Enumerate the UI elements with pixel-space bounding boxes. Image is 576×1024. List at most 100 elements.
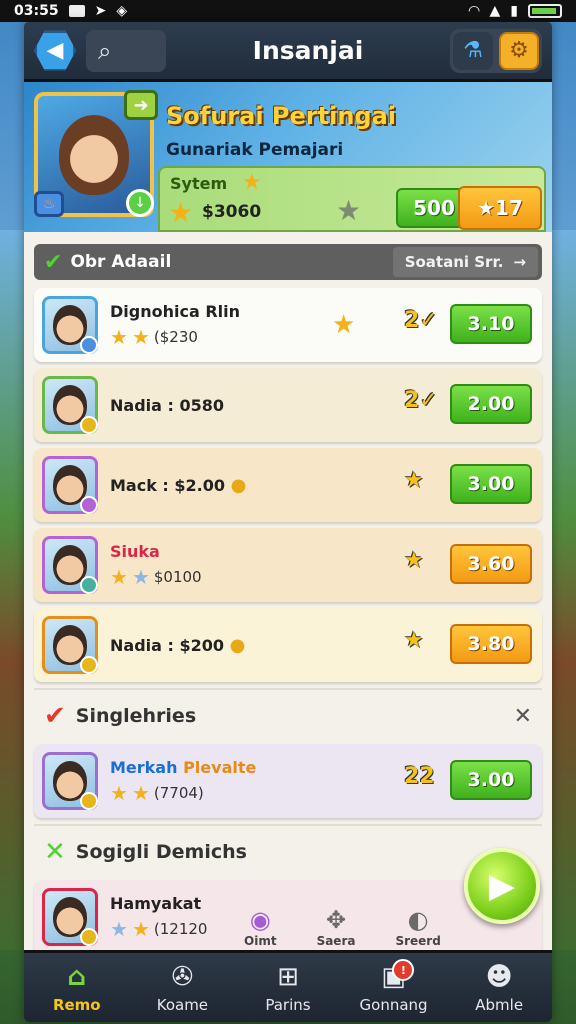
potion-icon: ⚗ xyxy=(463,38,483,63)
star-17-button[interactable]: ★ 17 xyxy=(458,186,542,230)
list-item[interactable]: Nadia : $200 ● ★ 3.80 xyxy=(34,608,542,682)
subsection-title: Singlehries xyxy=(75,705,197,727)
quick-actions: ◉ Oimt ✥ Saera ◐ Sreerd xyxy=(244,880,441,954)
avatar xyxy=(42,456,98,514)
ball-icon: ◐ xyxy=(407,906,429,934)
background-scenery-right xyxy=(548,230,576,950)
film-icon: ✇ xyxy=(171,961,194,992)
star-17-label: 17 xyxy=(495,196,523,220)
user-icon: ☻ xyxy=(485,961,513,992)
gear-icon: ⚙ xyxy=(509,38,529,63)
level-badge: 22 xyxy=(404,764,435,789)
list-item[interactable]: Siuka ★ ★ $0100 ★ 3.60 xyxy=(34,528,542,602)
game-icon: ◈ xyxy=(116,3,128,19)
list-item[interactable]: Merkah Plevalte ★ ★ (7704) 22 3.00 xyxy=(34,744,542,818)
star-icon: ★ xyxy=(131,780,150,805)
list-item[interactable]: Mack : $2.00 ● ★ 3.00 xyxy=(34,448,542,522)
row-price-button[interactable]: 3.00 xyxy=(450,464,532,504)
play-button[interactable]: ▶ xyxy=(464,848,540,924)
player-value: (12120 xyxy=(153,919,208,938)
player-list: Dignohica Rlin ★ ★ ($230 ★ 2✓ 3.10 Nadia :… xyxy=(34,288,542,682)
bottom-nav: ⌂ Remo ✇ Koame ⊞ Parins ▣ Gonnang ! ☻ Ab… xyxy=(24,950,552,1022)
player-value: (7704) xyxy=(153,783,204,802)
signal-icon: ▲ xyxy=(489,3,501,19)
top-header: ◀ ⌕ Insanjai ⚗ ⚙ xyxy=(24,22,552,82)
nav-home[interactable]: ⌂ Remo xyxy=(24,953,130,1022)
list-item[interactable]: Nadia : 0580 2✓ 2.00 xyxy=(34,368,542,442)
grey-star-icon: ★ xyxy=(336,194,362,227)
close-icon[interactable]: ✕ xyxy=(514,704,532,729)
section-header: ✔ Obr Adaail Soatani Srr. → xyxy=(34,244,542,280)
level-star-icon: ★ xyxy=(404,628,424,653)
section-link-label: Soatani Srr. xyxy=(404,253,504,271)
coin-icon: ● xyxy=(229,634,246,656)
section-sort-link[interactable]: Soatani Srr. → xyxy=(392,247,538,277)
star-icon: ★ xyxy=(131,324,150,349)
star-icon: ★ xyxy=(110,564,128,589)
hero-banner: ➜ ♨ ↓ Sofurai Pertingai Gunariak Pemajar… xyxy=(24,82,552,232)
avatar xyxy=(42,376,98,434)
star-icon: ★ xyxy=(242,170,262,195)
download-icon[interactable]: ↓ xyxy=(126,189,154,217)
app-frame: ◀ ⌕ Insanjai ⚗ ⚙ ➜ ♨ ↓ Sofurai Pertingai… xyxy=(24,22,552,1022)
star-icon: ★ xyxy=(477,196,496,220)
play-icon: ▶ xyxy=(488,866,516,906)
fire-icon: ♨ xyxy=(34,191,64,217)
gamepad-icon: ✥ xyxy=(325,906,347,934)
subsection-header: ✔ Singlehries ✕ xyxy=(34,688,542,742)
back-hex-button[interactable]: ◀ xyxy=(34,30,76,71)
panel-amount: $3060 xyxy=(202,202,262,222)
avatar xyxy=(42,536,98,594)
header-actions: ⚗ ⚙ xyxy=(450,28,542,73)
level-badge: 2✓ xyxy=(404,388,438,413)
nav-koame[interactable]: ✇ Koame xyxy=(130,953,236,1022)
panel-label: Sytem xyxy=(170,174,228,193)
potion-button[interactable]: ⚗ xyxy=(453,31,493,70)
star-icon: ★ xyxy=(168,196,194,229)
nav-profile[interactable]: ☻ Abmle xyxy=(446,953,552,1022)
grid-icon: ⊞ xyxy=(277,961,299,992)
section-title: Obr Adaail xyxy=(70,252,172,272)
player-value: $0100 xyxy=(153,567,202,586)
row-price-button[interactable]: 3.10 xyxy=(450,304,532,344)
quick-action-saera[interactable]: ✥ Saera xyxy=(317,906,356,948)
battery-icon xyxy=(528,4,562,18)
level-star-icon: ★ xyxy=(404,468,424,493)
arrow-icon: ◀ xyxy=(46,38,64,63)
row-price-button[interactable]: 3.00 xyxy=(450,760,532,800)
arrow-right-icon: → xyxy=(513,253,526,271)
banner-subtitle: Gunariak Pemajari xyxy=(166,140,344,160)
avatar xyxy=(42,616,98,674)
extra-list: Merkah Plevalte ★ ★ (7704) 22 3.00 xyxy=(34,744,542,818)
notification-badge: ! xyxy=(392,959,415,981)
list-item[interactable]: Dignohica Rlin ★ ★ ($230 ★ 2✓ 3.10 xyxy=(34,288,542,362)
star-icon: ★ xyxy=(131,916,150,941)
edit-icon[interactable]: ➜ xyxy=(124,90,158,120)
star-icon: ★ xyxy=(332,310,356,340)
blue-star-icon: ★ xyxy=(131,564,150,589)
x-icon: ✕ xyxy=(44,837,66,867)
avatar xyxy=(42,296,98,354)
search-icon: ⌕ xyxy=(98,36,112,65)
nav-parins[interactable]: ⊞ Parins xyxy=(235,953,341,1022)
home-icon: ⌂ xyxy=(67,961,87,992)
star-icon: ★ xyxy=(110,780,128,805)
settings-button[interactable]: ⚙ xyxy=(499,31,539,70)
player-value: ($230 xyxy=(153,327,198,346)
avatar xyxy=(42,752,98,810)
status-bar: 03:55 ➤ ◈ ◠ ▲ ▮ xyxy=(0,0,576,22)
star-icon: ★ xyxy=(110,324,128,349)
level-badge: 2✓ xyxy=(404,308,438,333)
hero-avatar[interactable]: ➜ ♨ ↓ xyxy=(34,90,158,217)
quick-action-oimt[interactable]: ◉ Oimt xyxy=(244,906,277,948)
nav-gonnang[interactable]: ▣ Gonnang ! xyxy=(341,953,447,1022)
quick-action-sreerd[interactable]: ◐ Sreerd xyxy=(395,906,440,948)
row-price-button[interactable]: 3.60 xyxy=(450,544,532,584)
clock: 03:55 xyxy=(14,3,59,19)
row-price-button[interactable]: 2.00 xyxy=(450,384,532,424)
coin-icon: ● xyxy=(230,474,247,496)
blue-star-icon: ★ xyxy=(110,916,128,941)
search-button[interactable]: ⌕ xyxy=(86,29,166,72)
row-price-button[interactable]: 3.80 xyxy=(450,624,532,664)
send-icon: ➤ xyxy=(94,3,107,19)
